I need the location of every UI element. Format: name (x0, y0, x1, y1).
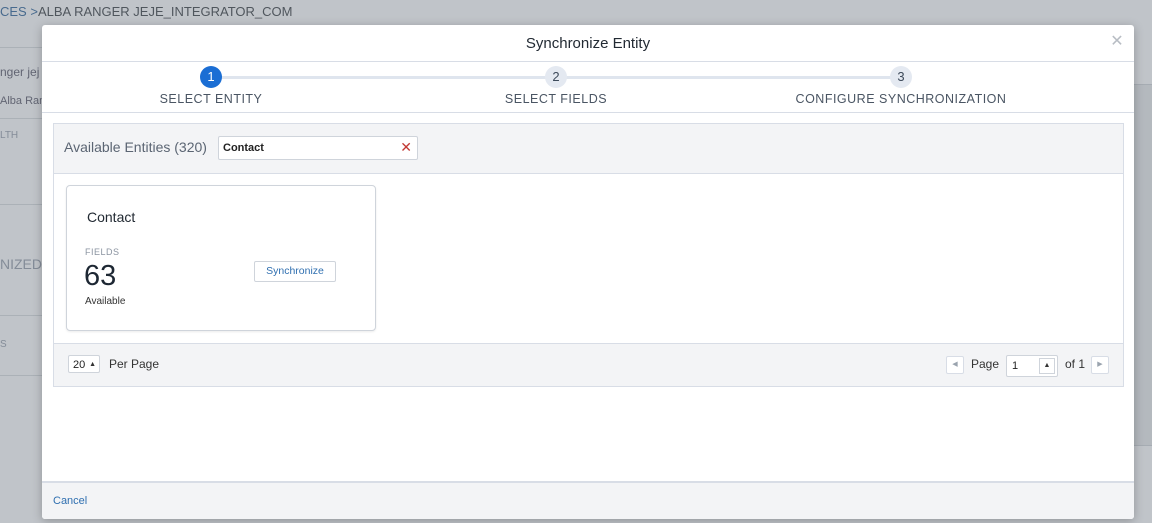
caret-up-icon: ▲ (1043, 362, 1051, 369)
chevron-right-icon: ▶ (1097, 361, 1103, 368)
pagination-bar: 20 ▲ Per Page ◀ Page ▲ of 1 ▶ (54, 343, 1123, 386)
entities-panel-header: Available Entities (320) ✕ (54, 124, 1123, 174)
available-entities-label: Available Entities (320) (64, 139, 207, 155)
fields-count: 63 (84, 260, 117, 292)
previous-page-button[interactable]: ◀ (946, 356, 964, 374)
entities-panel: Available Entities (320) ✕ Contact FIELD… (53, 123, 1124, 387)
entity-search-box: ✕ (218, 136, 418, 160)
step-label: SELECT ENTITY (159, 92, 263, 106)
modal-footer: Cancel (42, 481, 1134, 519)
page-number-box: ▲ (1006, 355, 1058, 377)
fields-label: FIELDS (85, 247, 120, 257)
step-number: 2 (545, 66, 567, 88)
step-number: 3 (890, 66, 912, 88)
fields-available-label: Available (85, 296, 126, 307)
step-configure-synchronization[interactable]: 3 CONFIGURE SYNCHRONIZATION (791, 66, 1011, 106)
step-label: CONFIGURE SYNCHRONIZATION (795, 92, 1007, 106)
page-spinner[interactable]: ▲ (1039, 358, 1055, 374)
entity-search-input[interactable] (223, 140, 393, 156)
step-select-entity[interactable]: 1 SELECT ENTITY (101, 66, 321, 106)
step-label: SELECT FIELDS (504, 92, 608, 106)
per-page-select[interactable]: 20 ▲ (68, 355, 100, 373)
close-icon[interactable]: ✕ (1110, 34, 1124, 50)
modal-title: Synchronize Entity (525, 35, 651, 52)
synchronize-entity-modal: Synchronize Entity ✕ 1 SELECT ENTITY 2 S… (42, 25, 1134, 519)
page-number-input[interactable] (1012, 359, 1036, 373)
per-page-value: 20 (73, 359, 86, 371)
page-total-label: of 1 (1065, 357, 1086, 371)
per-page-label: Per Page (109, 357, 160, 371)
clear-icon[interactable]: ✕ (400, 139, 412, 155)
cancel-button[interactable]: Cancel (53, 495, 87, 507)
modal-header: Synchronize Entity ✕ (42, 25, 1134, 62)
caret-up-icon: ▲ (89, 361, 96, 368)
next-page-button[interactable]: ▶ (1091, 356, 1109, 374)
step-number: 1 (200, 66, 222, 88)
synchronize-button[interactable]: Synchronize (254, 261, 336, 282)
entity-card: Contact FIELDS 63 Available Synchronize (66, 185, 376, 331)
page-label: Page (971, 357, 1000, 371)
entity-card-title: Contact (87, 209, 136, 225)
step-select-fields[interactable]: 2 SELECT FIELDS (446, 66, 666, 106)
stepper: 1 SELECT ENTITY 2 SELECT FIELDS 3 CONFIG… (42, 62, 1134, 113)
chevron-left-icon: ◀ (952, 361, 958, 368)
